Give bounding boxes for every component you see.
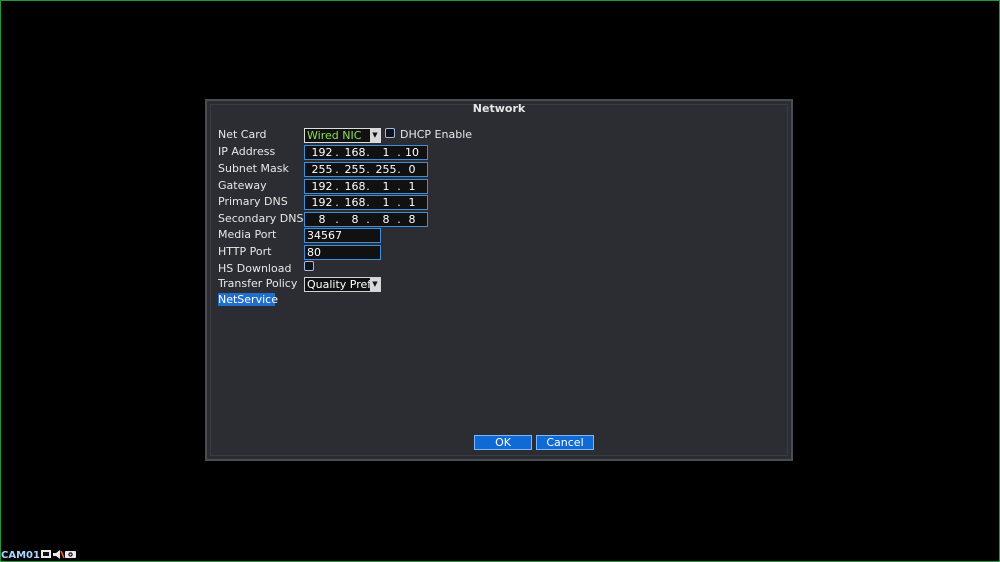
subnet-mask-label: Subnet Mask bbox=[218, 162, 289, 175]
network-dialog: Network Net Card Wired NIC ▼ DHCP Enable… bbox=[205, 99, 793, 461]
net-card-value: Wired NIC bbox=[307, 129, 362, 142]
subnet-octet-4: 0 bbox=[408, 163, 416, 176]
primary-dns-field[interactable]: 192 . 168 . 1 . 1 bbox=[304, 195, 428, 210]
ip-address-label: IP Address bbox=[218, 145, 276, 158]
gateway-octet-4: 1 bbox=[408, 180, 416, 193]
ip-octet-4: 10 bbox=[405, 146, 419, 159]
gateway-field[interactable]: 192 . 168 . 1 . 1 bbox=[304, 179, 428, 194]
secondary-dns-label: Secondary DNS bbox=[218, 212, 304, 225]
media-port-field[interactable]: 34567 bbox=[304, 228, 381, 243]
net-card-select[interactable]: Wired NIC ▼ bbox=[304, 128, 381, 143]
net-card-label: Net Card bbox=[218, 128, 267, 141]
dialog-title: Network bbox=[472, 102, 526, 115]
hs-download-label: HS Download bbox=[218, 262, 292, 275]
secondary-dns-field[interactable]: 8 . 8 . 8 . 8 bbox=[304, 212, 428, 227]
ip-address-field[interactable]: 192 . 168 . 1 . 10 bbox=[304, 145, 428, 160]
ok-button[interactable]: OK bbox=[474, 435, 532, 450]
dhcp-enable-label: DHCP Enable bbox=[400, 128, 473, 141]
subnet-octet-1: 255 bbox=[311, 163, 333, 176]
secondary-dns-octet-1: 8 bbox=[318, 213, 326, 226]
primary-dns-octet-4: 1 bbox=[408, 196, 416, 209]
media-port-label: Media Port bbox=[218, 228, 277, 241]
camera-label: CAM01 bbox=[1, 550, 40, 561]
http-port-field[interactable]: 80 bbox=[304, 245, 381, 260]
transfer-policy-select[interactable]: Quality Prefe ▼ bbox=[304, 277, 381, 292]
cancel-button[interactable]: Cancel bbox=[536, 435, 594, 450]
primary-dns-label: Primary DNS bbox=[218, 195, 288, 208]
gateway-label: Gateway bbox=[218, 179, 267, 192]
status-icons bbox=[41, 549, 77, 560]
chevron-down-icon[interactable]: ▼ bbox=[370, 278, 380, 291]
subnet-mask-field[interactable]: 255 . 255 . 255 . 0 bbox=[304, 162, 428, 177]
http-port-label: HTTP Port bbox=[218, 245, 272, 258]
chevron-down-icon[interactable]: ▼ bbox=[370, 129, 380, 142]
gateway-octet-1: 192 bbox=[311, 180, 333, 193]
transfer-policy-value: Quality Prefe bbox=[307, 278, 378, 291]
primary-dns-octet-1: 192 bbox=[311, 196, 333, 209]
secondary-dns-octet-4: 8 bbox=[408, 213, 416, 226]
netservice-button[interactable]: NetService bbox=[218, 293, 278, 306]
hs-download-checkbox[interactable] bbox=[304, 261, 314, 271]
record-icon bbox=[41, 550, 51, 558]
speaker-icon bbox=[53, 550, 65, 559]
camera-icon bbox=[65, 551, 76, 558]
dhcp-enable-checkbox[interactable] bbox=[385, 128, 395, 138]
ip-octet-1: 192 bbox=[311, 146, 333, 159]
transfer-policy-label: Transfer Policy bbox=[218, 277, 298, 290]
